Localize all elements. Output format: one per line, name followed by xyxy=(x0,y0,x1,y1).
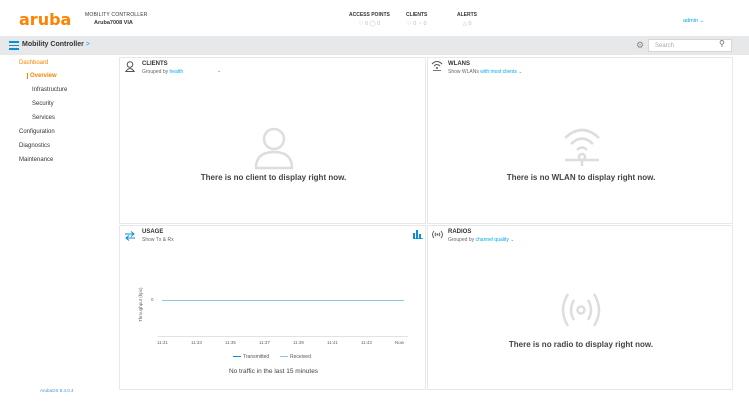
radios-grouping-prefix: Grouped by xyxy=(448,237,475,243)
clients-grouping[interactable]: Grouped by health xyxy=(142,69,183,75)
radios-grouping[interactable]: Grouped by channel quality ⌄ xyxy=(448,237,514,243)
wlans-empty-message: There is no WLAN to display right now. xyxy=(506,173,656,182)
swap-arrows-icon xyxy=(125,231,135,241)
hamburger-menu-icon[interactable] xyxy=(9,41,19,50)
usage-x-tick: 11:33 xyxy=(191,340,202,345)
usage-x-axis xyxy=(158,336,408,337)
wlans-panel: WLANS Show WLANs with most clients ⌄ The… xyxy=(427,57,733,224)
alerts-summary[interactable]: ALERTS △ 0 xyxy=(457,12,477,27)
clients-chevron-down-icon[interactable]: ⌄ xyxy=(217,68,221,74)
radios-title: RADIOS xyxy=(448,229,472,235)
wlans-filter[interactable]: Show WLANs with most clients ⌄ xyxy=(448,69,523,75)
software-version: ArubaOS 8.4.0.4 xyxy=(40,388,74,393)
usage-x-tick: 11:35 xyxy=(225,340,236,345)
legend-received[interactable]: Received xyxy=(280,354,311,360)
clients-grouping-prefix: Grouped by xyxy=(142,69,169,75)
sidebar-item-infrastructure[interactable]: Infrastructure xyxy=(32,87,67,93)
access-points-title: ACCESS POINTS xyxy=(349,12,390,18)
received-swatch xyxy=(280,355,288,358)
toolbar: Mobility Controller > ⚙ Search ⚲ xyxy=(0,36,749,55)
alerts-title: ALERTS xyxy=(457,12,477,18)
usage-x-tick: 11:41 xyxy=(327,340,338,345)
sidebar xyxy=(0,55,117,408)
legend-received-label: Received xyxy=(290,354,311,360)
clients-empty-message: There is no client to display right now. xyxy=(200,173,347,182)
usage-x-tick: 11:31 xyxy=(157,340,168,345)
settings-gear-icon[interactable]: ⚙ xyxy=(636,40,644,51)
breadcrumb-chevron-icon: > xyxy=(85,41,90,48)
legend-transmitted-label: Transmitted xyxy=(243,354,270,360)
radios-grouping-dropdown[interactable]: channel quality ⌄ xyxy=(476,237,515,243)
radio-icon xyxy=(432,230,443,239)
clients-summary-counts: ♡ 0 ♂ 0 xyxy=(406,21,427,27)
sidebar-item-diagnostics[interactable]: Diagnostics xyxy=(19,143,50,149)
usage-y-tick-zero: 0 xyxy=(151,297,154,302)
wifi-icon xyxy=(431,61,443,71)
usage-x-tick: 11:37 xyxy=(259,340,270,345)
breadcrumb-label: Mobility Controller xyxy=(22,41,84,48)
radios-empty-message: There is no radio to display right now. xyxy=(508,340,654,349)
usage-x-tick: 11:39 xyxy=(293,340,304,345)
empty-wlan-icon xyxy=(564,128,600,166)
wlans-filter-prefix: Show WLANs xyxy=(448,69,479,75)
clients-grouping-dropdown[interactable]: health xyxy=(170,69,184,75)
sidebar-item-security[interactable]: Security xyxy=(32,101,54,107)
usage-subtitle: Show Tx & Rx xyxy=(142,237,174,243)
clients-summary[interactable]: CLIENTS ♡ 0 ♂ 0 xyxy=(406,12,427,27)
usage-panel: USAGE Show Tx & Rx Throughput (bps) 0 11… xyxy=(119,225,426,390)
sidebar-item-configuration[interactable]: Configuration xyxy=(19,129,55,135)
controller-type: MOBILITY CONTROLLER xyxy=(85,12,148,18)
user-menu[interactable]: admin ⌄ xyxy=(683,18,704,24)
usage-y-axis-label: Throughput (bps) xyxy=(138,287,143,322)
sidebar-item-maintenance[interactable]: Maintenance xyxy=(19,157,53,163)
sidebar-item-services[interactable]: Services xyxy=(32,115,55,121)
aruba-logo[interactable]: aruba xyxy=(19,10,71,29)
breadcrumb[interactable]: Mobility Controller > xyxy=(22,41,90,48)
usage-x-tick: 11:43 xyxy=(361,340,372,345)
top-header: aruba MOBILITY CONTROLLER Aruba7008 VIA … xyxy=(0,0,749,36)
legend-transmitted[interactable]: Transmitted xyxy=(233,354,269,360)
access-points-summary[interactable]: ACCESS POINTS ♡ 0 ◯ 0 xyxy=(349,12,390,27)
client-person-icon xyxy=(125,61,135,72)
wlans-filter-dropdown[interactable]: with most clients ⌄ xyxy=(480,69,522,75)
empty-client-icon xyxy=(254,127,294,170)
controller-name: Aruba7008 VIA xyxy=(94,20,133,26)
radios-panel: RADIOS Grouped by channel quality ⌄ Ther… xyxy=(427,225,733,390)
usage-empty-message: No traffic in the last 15 minutes xyxy=(228,368,319,375)
alerts-counts: △ 0 xyxy=(462,21,472,27)
wlans-title: WLANS xyxy=(448,61,470,67)
usage-zero-line xyxy=(162,300,404,301)
clients-title: CLIENTS xyxy=(142,61,168,67)
sidebar-item-overview[interactable]: Overview xyxy=(27,73,57,79)
usage-title: USAGE xyxy=(142,229,164,235)
clients-summary-title: CLIENTS xyxy=(406,12,428,18)
sidebar-item-dashboard[interactable]: Dashboard xyxy=(19,60,48,66)
usage-x-tick: Now xyxy=(395,340,405,345)
bar-chart-icon[interactable] xyxy=(413,230,423,239)
access-points-counts: ♡ 0 ◯ 0 xyxy=(358,21,381,27)
transmitted-swatch xyxy=(233,355,241,358)
empty-radio-icon xyxy=(561,293,601,327)
search-icon[interactable]: ⚲ xyxy=(719,39,725,48)
clients-panel: CLIENTS Grouped by health ⌄ There is no … xyxy=(119,57,426,224)
